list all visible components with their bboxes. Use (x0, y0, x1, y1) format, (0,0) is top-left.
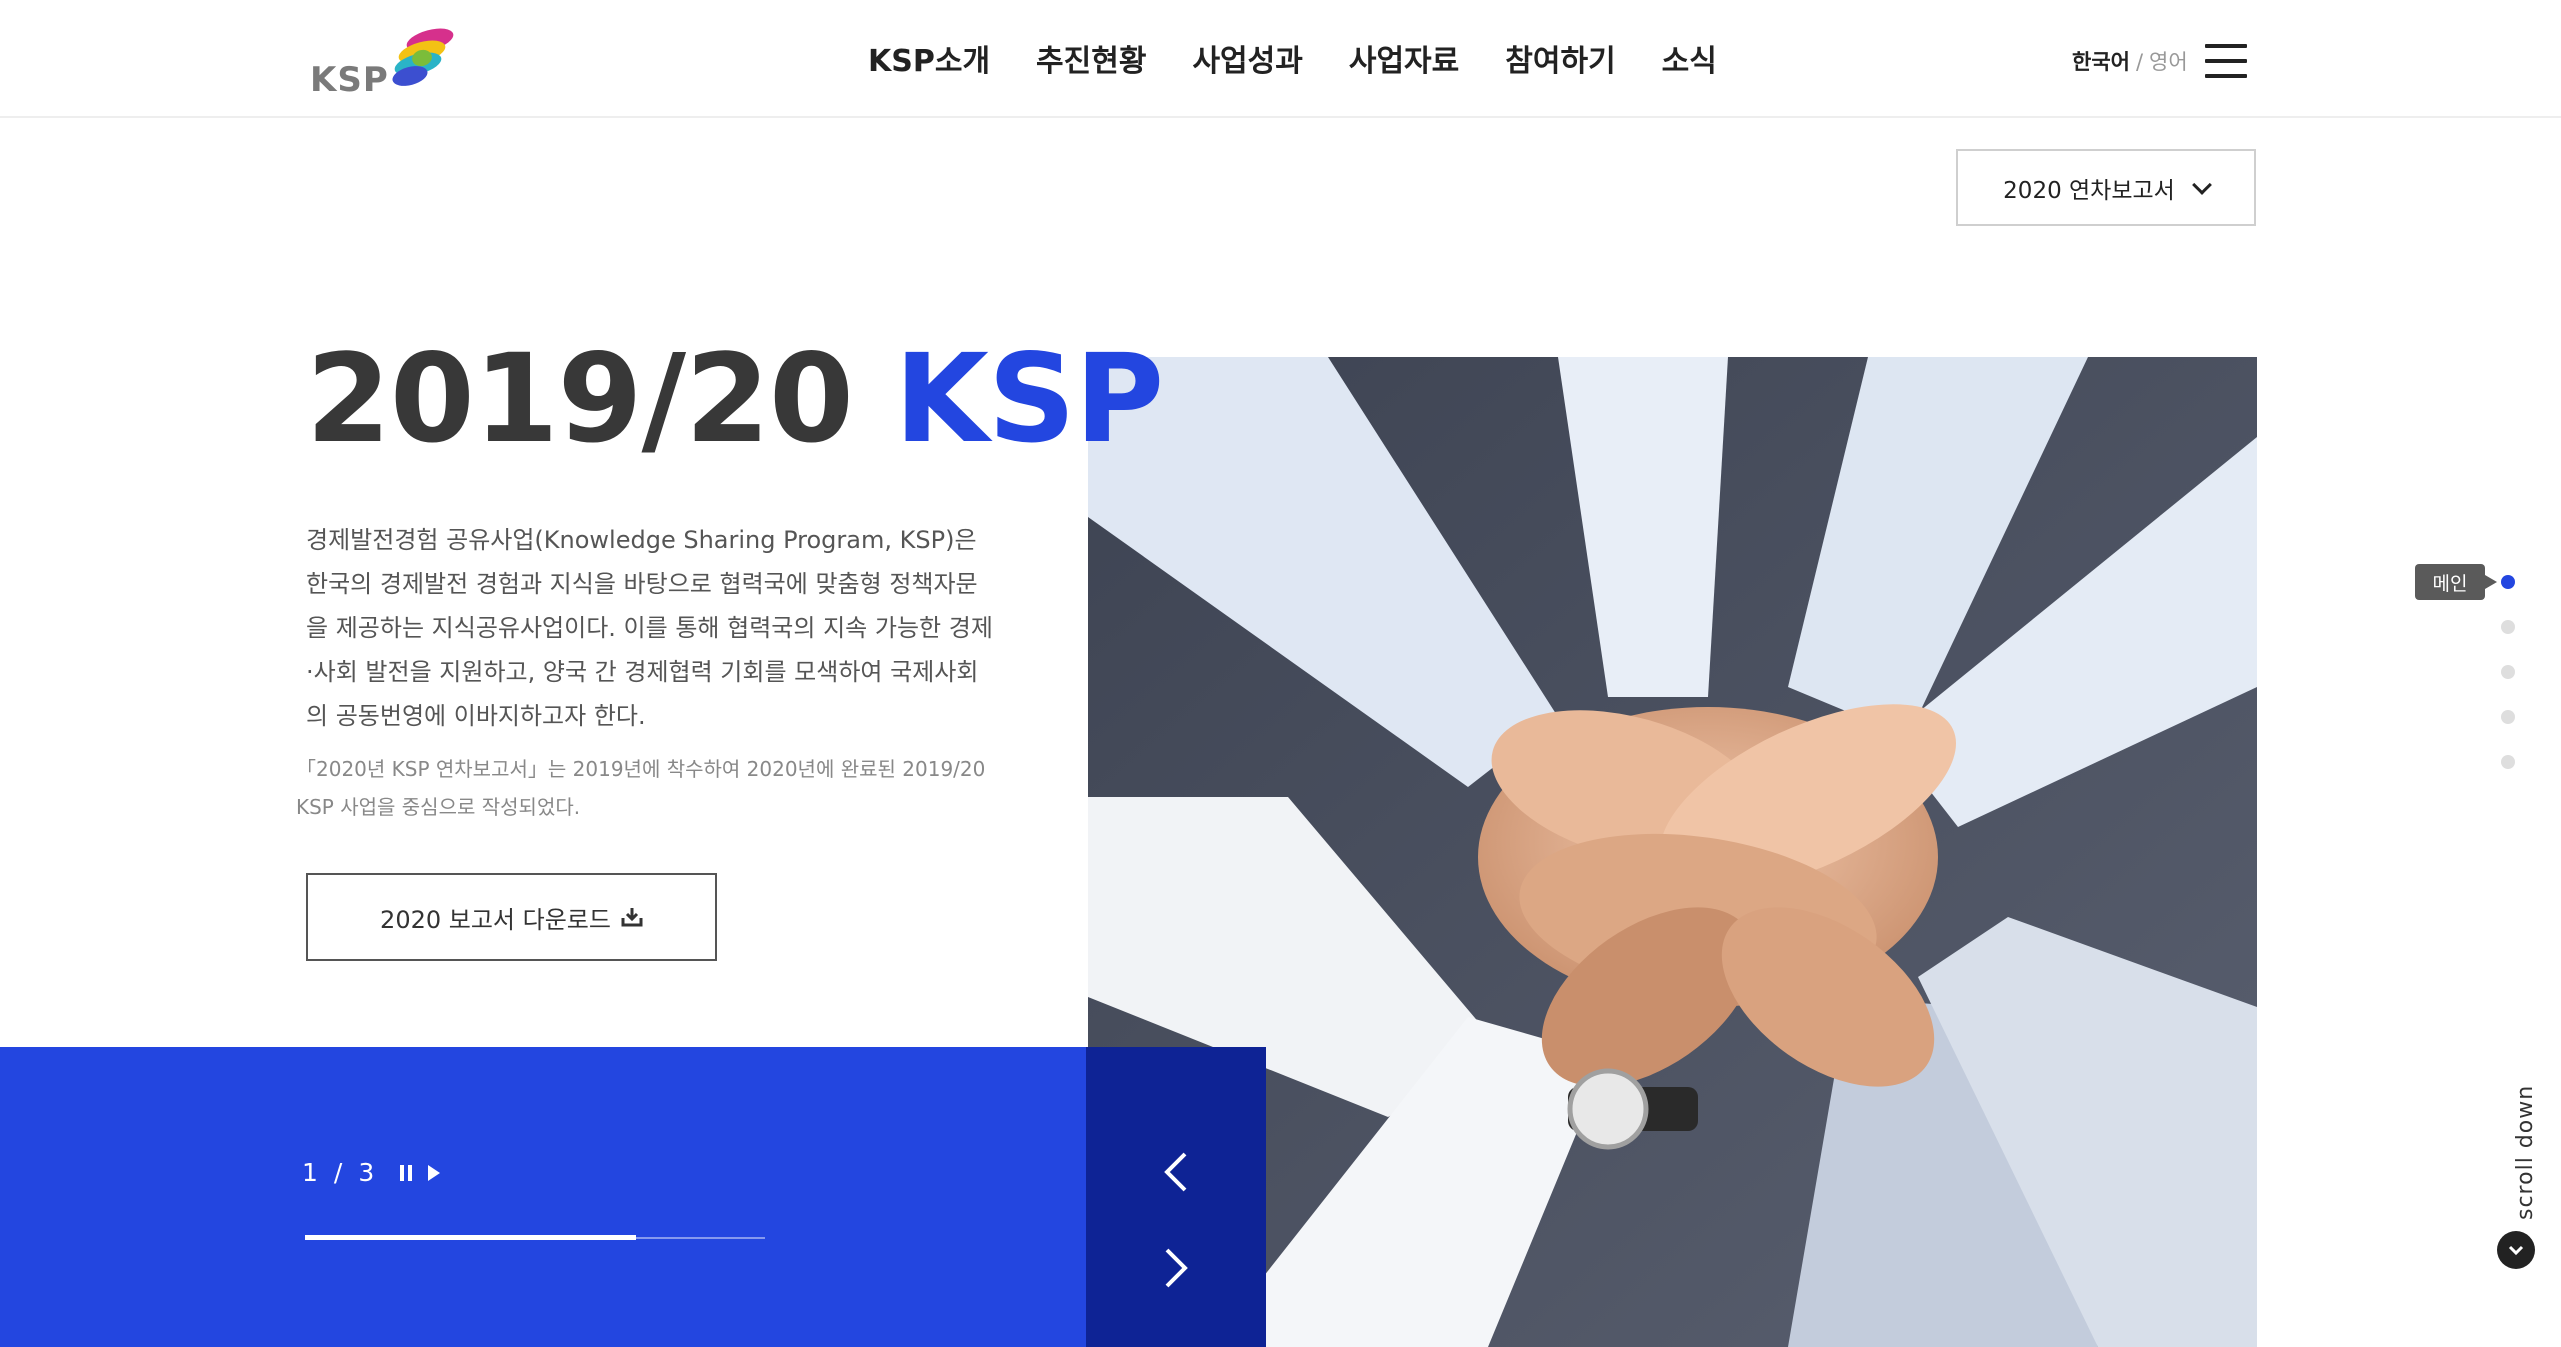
nav-item-intro[interactable]: KSP소개 (868, 36, 990, 80)
scroll-down-label-wrap: scroll down (2493, 1082, 2538, 1220)
arrow-left-icon[interactable] (1154, 1147, 1198, 1197)
hero-title: 2019/20 KSP (306, 338, 1164, 460)
slider-control-band (0, 1047, 1088, 1347)
chevron-down-circle-icon[interactable] (2497, 1231, 2535, 1269)
rail-dot-2[interactable] (2501, 620, 2515, 634)
hero-description: 경제발전경험 공유사업(Knowledge Sharing Program, K… (306, 526, 993, 730)
site-header: KSP KSP소개 추진현황 사업성과 사업자료 참여하기 소식 한국어 / 영어 (0, 0, 2561, 118)
rail-active-label: 메인 (2415, 564, 2497, 600)
rail-dot-4[interactable] (2501, 710, 2515, 724)
scroll-down-label: scroll down (2513, 1084, 2538, 1220)
main-nav: KSP소개 추진현황 사업성과 사업자료 참여하기 소식 (868, 36, 1717, 80)
logo-wordmark: KSP (310, 60, 389, 100)
nav-item-news[interactable]: 소식 (1662, 36, 1717, 80)
rail-dot-3[interactable] (2501, 665, 2515, 679)
language-switch: 한국어 / 영어 (2072, 46, 2188, 76)
rail-dot-1[interactable] (2501, 575, 2515, 589)
download-report-button[interactable]: 2020 보고서 다운로드 (306, 873, 717, 961)
slide-separator: / (333, 1158, 345, 1187)
slide-progress-fill (305, 1235, 636, 1240)
ksp-logo[interactable]: KSP (310, 18, 460, 100)
arrow-right-icon[interactable] (1154, 1243, 1198, 1293)
rail-dot-5[interactable] (2501, 755, 2515, 769)
hamburger-menu-icon[interactable] (2205, 44, 2247, 78)
hero-note: 「2020년 KSP 연차보고서」는 2019년에 착수하여 2020년에 완료… (296, 757, 986, 819)
nav-item-status[interactable]: 추진현황 (1036, 36, 1146, 80)
download-icon (621, 908, 643, 927)
nav-item-participate[interactable]: 참여하기 (1505, 36, 1615, 80)
chevron-down-icon (2191, 174, 2212, 195)
nav-item-materials[interactable]: 사업자료 (1349, 36, 1459, 80)
report-year-select[interactable]: 2020 연차보고서 (1956, 149, 2256, 226)
hero-title-main: 2019/20 (306, 328, 854, 470)
lang-english[interactable]: 영어 (2149, 50, 2188, 74)
slide-total: 3 (358, 1158, 377, 1187)
download-label: 2020 보고서 다운로드 (380, 905, 611, 934)
lang-separator: / (2135, 50, 2144, 74)
play-icon[interactable] (428, 1164, 441, 1181)
hero-title-accent: KSP (894, 328, 1164, 470)
slide-counter: 1 / 3 (302, 1158, 441, 1187)
nav-item-results[interactable]: 사업성과 (1192, 36, 1302, 80)
lang-korean[interactable]: 한국어 (2072, 50, 2130, 74)
report-select-label: 2020 연차보고서 (2003, 177, 2175, 204)
slider-arrows (1086, 1047, 1266, 1347)
slide-progress-track (305, 1235, 765, 1240)
slide-current: 1 (302, 1158, 320, 1187)
pause-icon[interactable] (400, 1164, 414, 1181)
